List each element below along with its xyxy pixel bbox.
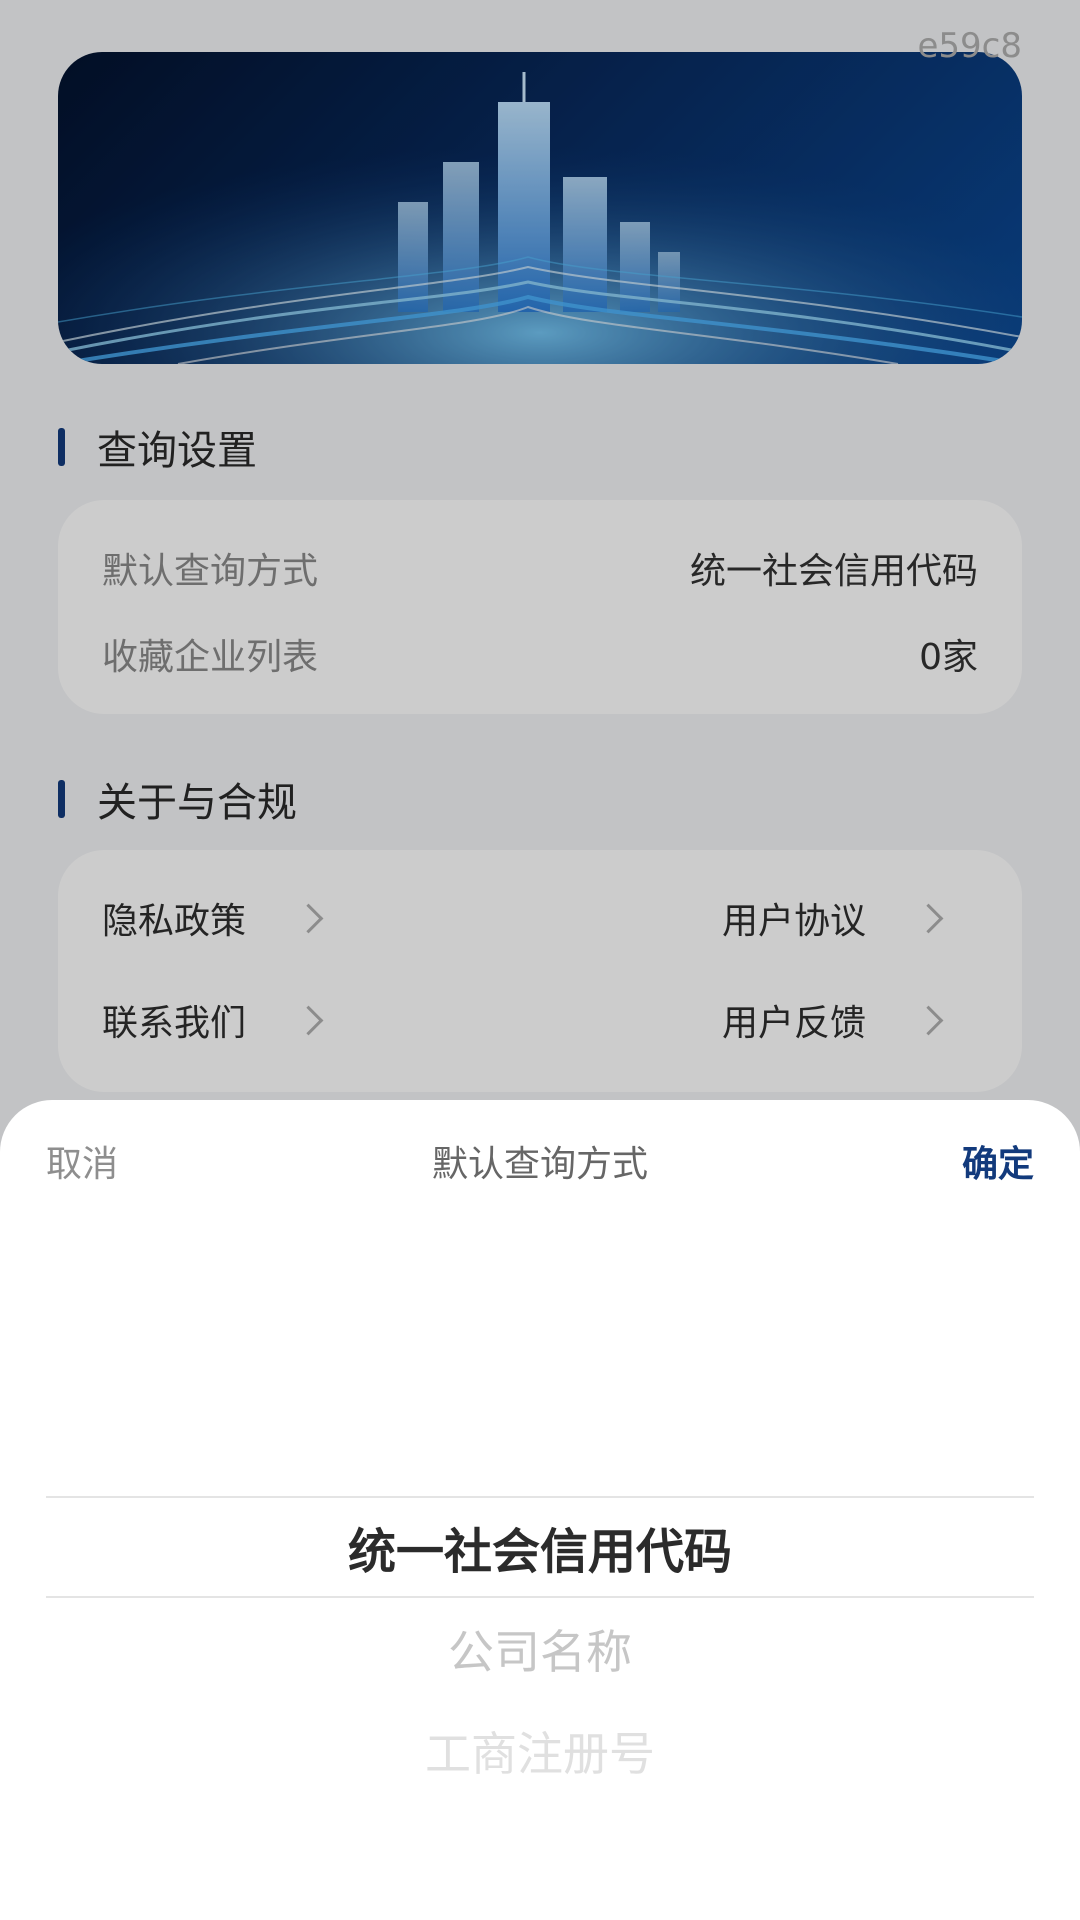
picker-title: 默认查询方式 bbox=[431, 1144, 648, 1185]
cancel-button[interactable]: 取消 bbox=[46, 1135, 118, 1187]
settings-page: e59c8 查询设置 默认查询方式 统一社会信用代码 收藏企业列表 0家 关于与… bbox=[0, 0, 1080, 1920]
picker-option-selected[interactable]: 统一社会信用代码 bbox=[0, 1512, 1080, 1582]
picker-option[interactable]: 公司名称 bbox=[0, 1616, 1080, 1682]
picker-header: 取消 默认查询方式 确定 bbox=[46, 1136, 1034, 1186]
query-method-picker-sheet: 取消 默认查询方式 确定 统一社会信用代码 公司名称 工商注册号 bbox=[0, 1100, 1080, 1920]
watermark: e59c8 bbox=[917, 26, 1022, 66]
picker-selection-top-line bbox=[46, 1496, 1034, 1498]
picker-selection-bottom-line bbox=[46, 1596, 1034, 1598]
confirm-button[interactable]: 确定 bbox=[962, 1135, 1034, 1187]
picker-option[interactable]: 工商注册号 bbox=[0, 1718, 1080, 1784]
